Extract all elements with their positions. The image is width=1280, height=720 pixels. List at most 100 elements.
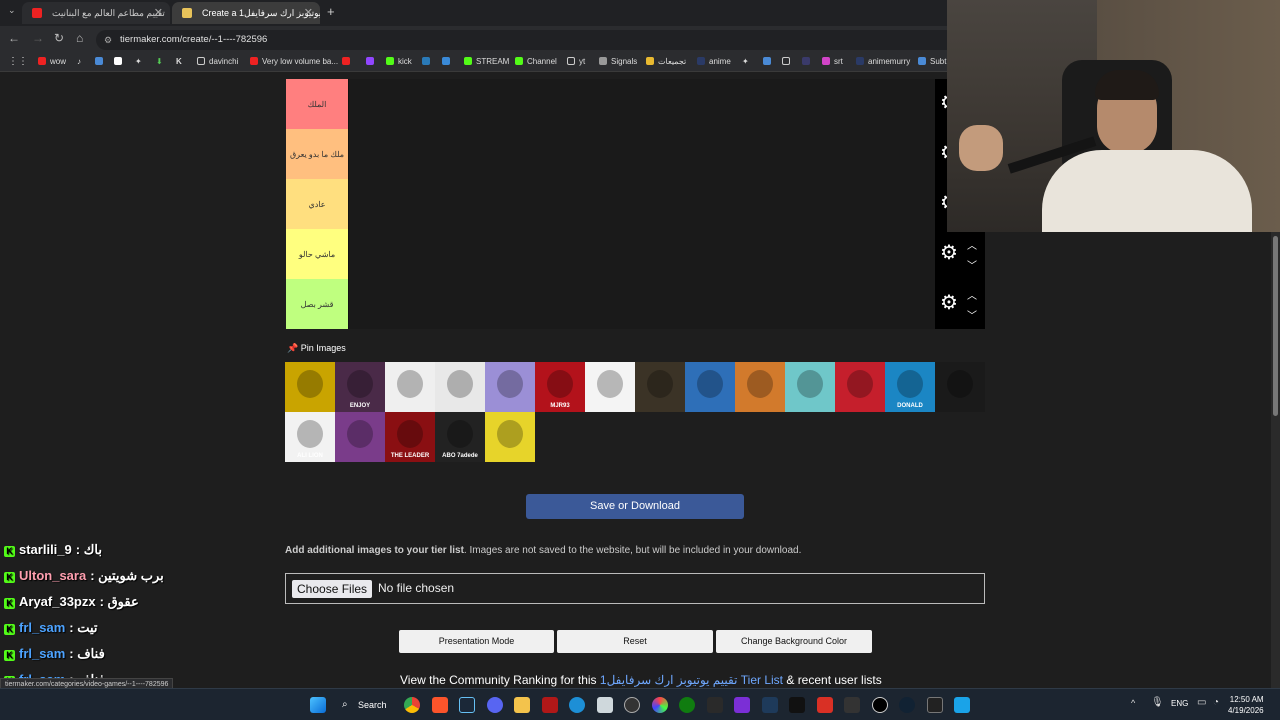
display-icon[interactable]: ▭	[1197, 697, 1206, 708]
app-b-icon[interactable]	[734, 697, 750, 713]
file-explorer-icon[interactable]	[514, 697, 530, 713]
choose-files-button[interactable]: Choose Files	[292, 580, 373, 598]
obs-icon[interactable]	[624, 697, 640, 713]
reload-icon[interactable]: ↻	[54, 31, 64, 45]
bookmark-collections[interactable]: تجميعات	[646, 57, 686, 66]
app-c-icon[interactable]	[899, 697, 915, 713]
tier-label[interactable]: ملك ما بدو يعرق	[286, 129, 348, 179]
pin-images-toggle[interactable]: 📌 Pin Images	[287, 343, 346, 354]
apps-grid-icon[interactable]: ⋮⋮	[8, 56, 28, 67]
bookmark-icon-gear[interactable]	[782, 57, 794, 66]
tier-label[interactable]: قشر بصل	[286, 279, 348, 329]
bookmark-animemurry[interactable]: animemurry	[856, 57, 910, 66]
xbox-icon[interactable]	[679, 697, 695, 713]
start-icon[interactable]	[310, 697, 326, 713]
site-info-icon[interactable]: ⚙	[104, 30, 112, 50]
bookmark-subti[interactable]: Subti	[918, 57, 948, 66]
tier-item-thumbnail[interactable]: ENJOY	[335, 362, 385, 412]
bookmark-low-volume[interactable]: Very low volume ba...	[250, 57, 338, 66]
app-red-icon[interactable]	[542, 697, 558, 713]
chat-username[interactable]: Aryaf_33pzx	[19, 594, 96, 609]
bookmark-wow[interactable]: wow	[38, 57, 66, 66]
chat-username[interactable]: starlili_9	[19, 542, 72, 557]
bookmark-icon-blue[interactable]	[95, 57, 107, 66]
close-tab-icon[interactable]: ✕	[304, 2, 313, 24]
brave-icon[interactable]	[432, 697, 448, 713]
app-blue-icon[interactable]	[954, 697, 970, 713]
chat-username[interactable]: Ulton_sara	[19, 568, 86, 583]
bookmark-yt[interactable]: yt	[567, 57, 585, 66]
kick-icon[interactable]: K	[176, 57, 182, 66]
bookmark-icon-blue-2[interactable]	[763, 57, 775, 66]
tray-chevron-icon[interactable]: ^	[1131, 698, 1135, 708]
sparkle-icon-2[interactable]: ✦	[742, 57, 749, 66]
sparkle-icon[interactable]: ✦	[135, 57, 142, 66]
twitch-purple-icon[interactable]	[366, 57, 378, 66]
bookmark-davinchi[interactable]: davinchi	[197, 57, 238, 66]
tier-item-thumbnail[interactable]: THE LEADER	[385, 412, 435, 462]
app-dark-icon[interactable]	[789, 697, 805, 713]
tier-label[interactable]: ماشي حالو	[286, 229, 348, 279]
tier-drop-zone[interactable]	[348, 79, 935, 129]
tier-label[interactable]: عادي	[286, 179, 348, 229]
tier-item-thumbnail[interactable]	[585, 362, 635, 412]
back-icon[interactable]: ←	[8, 31, 20, 45]
tab-list-chevron-icon[interactable]: ⌄	[8, 5, 16, 16]
presentation-mode-button[interactable]: Presentation Mode	[399, 630, 554, 653]
tier-drop-zone[interactable]	[348, 129, 935, 179]
app-resolve-icon[interactable]	[844, 697, 860, 713]
tier-item-thumbnail[interactable]	[735, 362, 785, 412]
tier-item-thumbnail[interactable]: MJR93	[535, 362, 585, 412]
scrollbar-thumb[interactable]	[1273, 236, 1278, 416]
tier-item-thumbnail[interactable]: ALI LION	[285, 412, 335, 462]
new-tab-button[interactable]: +	[327, 4, 335, 19]
forward-icon[interactable]: →	[32, 31, 44, 45]
tier-drop-zone[interactable]	[348, 229, 935, 279]
twitch-icon[interactable]	[342, 57, 354, 66]
download-icon[interactable]: ⬇	[156, 57, 163, 66]
move-down-chevron-icon[interactable]: ﹀	[967, 307, 977, 322]
tier-item-thumbnail[interactable]	[635, 362, 685, 412]
app-circle-icon[interactable]	[872, 697, 888, 713]
clock[interactable]: 12:50 AM 4/19/2026	[1228, 694, 1264, 716]
terminal-icon[interactable]	[927, 697, 943, 713]
chrome-icon[interactable]	[404, 697, 420, 713]
tier-item-thumbnail[interactable]	[385, 362, 435, 412]
tier-item-thumbnail[interactable]	[335, 412, 385, 462]
tier-item-thumbnail[interactable]	[485, 412, 535, 462]
tab-tiermaker[interactable]: Create a تقييم يوتيوبز ارك سرفايفل1 ✕	[172, 2, 320, 24]
tab-restaurants[interactable]: تقييم مطاعم العالم مع البنانيت ✕	[22, 2, 170, 24]
bookmark-icon-go[interactable]	[442, 57, 454, 66]
amazon-icon[interactable]	[114, 57, 126, 66]
close-tab-icon[interactable]: ✕	[154, 2, 163, 24]
bookmark-icon-t[interactable]	[802, 57, 814, 66]
tier-item-thumbnail[interactable]	[685, 362, 735, 412]
tier-item-thumbnail[interactable]	[285, 362, 335, 412]
change-background-color-button[interactable]: Change Background Color	[716, 630, 872, 653]
move-up-chevron-icon[interactable]: ︿	[967, 237, 977, 252]
app-ae-icon[interactable]	[707, 697, 723, 713]
steam-icon[interactable]	[459, 697, 475, 713]
chat-username[interactable]: frl_sam	[19, 646, 65, 661]
microphone-icon[interactable]: 🎙	[1151, 697, 1164, 708]
move-down-chevron-icon[interactable]: ﹀	[967, 257, 977, 272]
home-icon[interactable]: ⌂	[76, 31, 83, 45]
tiktok-icon[interactable]: ♪	[77, 57, 81, 66]
language-indicator[interactable]: ENG	[1171, 699, 1188, 708]
app-pdf-icon[interactable]	[817, 697, 833, 713]
taskbar-search[interactable]: ⌕ Search	[338, 695, 394, 715]
wifi-icon[interactable]: ◔	[1213, 697, 1219, 708]
tier-item-thumbnail[interactable]: ABO 7adede	[435, 412, 485, 462]
bookmark-icon-a[interactable]	[422, 57, 434, 66]
address-bar[interactable]: ⚙ tiermaker.com/create/--1----782596	[96, 30, 956, 50]
community-tier-list-link[interactable]: تقييم يوتيوبز ارك سرفايفل1 Tier List	[600, 673, 783, 687]
tier-settings-gear-icon[interactable]: ⚙	[940, 243, 958, 263]
bookmark-kick[interactable]: kick	[386, 57, 412, 66]
edge-icon[interactable]	[569, 697, 585, 713]
tier-settings-gear-icon[interactable]: ⚙	[940, 293, 958, 313]
tier-drop-zone[interactable]	[348, 279, 935, 329]
tier-label[interactable]: الملك	[286, 79, 348, 129]
move-up-chevron-icon[interactable]: ︿	[967, 287, 977, 302]
page-scrollbar[interactable]	[1271, 232, 1280, 688]
tier-item-thumbnail[interactable]	[785, 362, 835, 412]
